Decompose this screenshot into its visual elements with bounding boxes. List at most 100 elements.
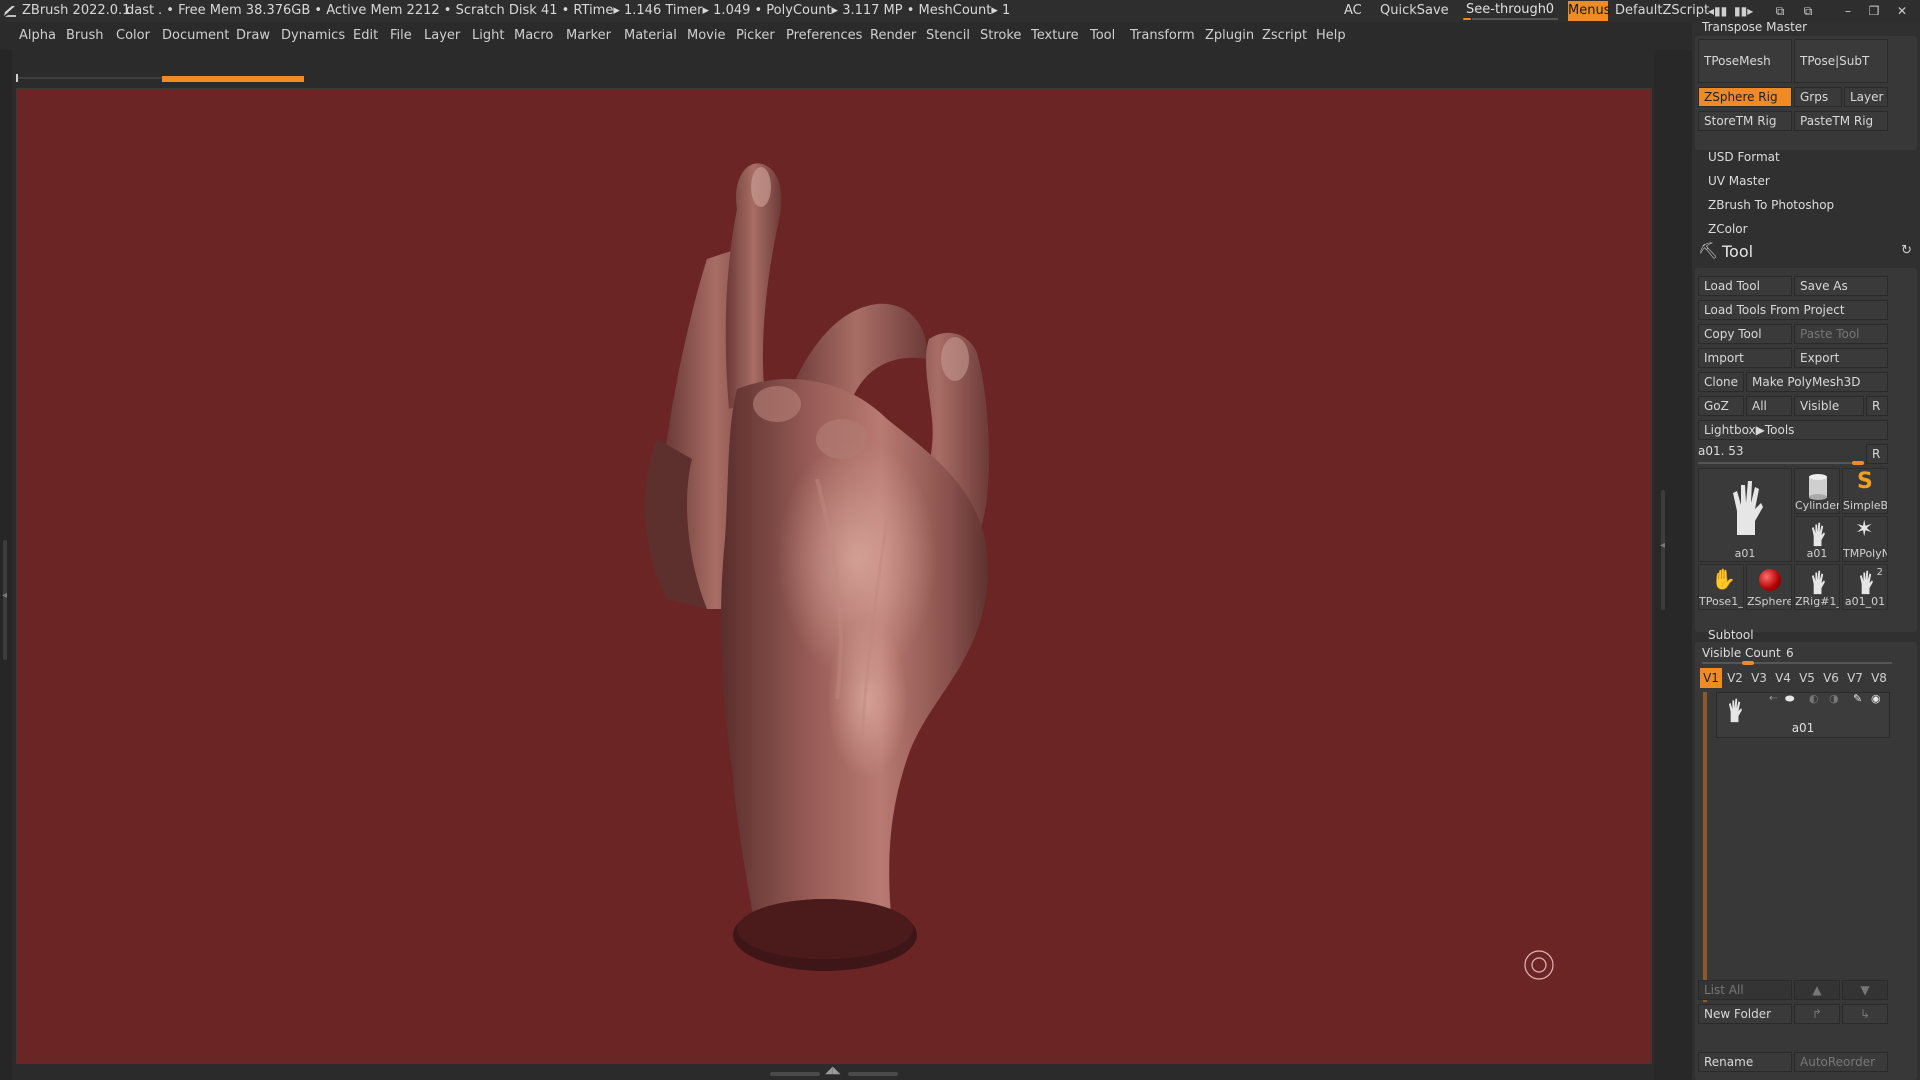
visibility-set-v5[interactable]: V5 bbox=[1796, 668, 1818, 688]
export-button[interactable]: Export bbox=[1794, 348, 1888, 368]
menu-material[interactable]: Material bbox=[624, 28, 677, 43]
see-through-thumb[interactable] bbox=[1462, 17, 1472, 21]
subtool-polypaint-icon[interactable]: ◑ bbox=[1829, 692, 1839, 705]
menu-brush[interactable]: Brush bbox=[66, 28, 104, 43]
visibility-set-v8[interactable]: V8 bbox=[1868, 668, 1890, 688]
menu-transform[interactable]: Transform bbox=[1130, 28, 1195, 43]
menu-file[interactable]: File bbox=[390, 28, 412, 43]
visibility-set-v2[interactable]: V2 bbox=[1724, 668, 1746, 688]
right-tray-arrow-icon[interactable]: ◂ bbox=[1660, 540, 1665, 551]
move-up-icon[interactable]: ▲ bbox=[1794, 980, 1840, 1000]
menu-marker[interactable]: Marker bbox=[566, 28, 611, 43]
menu-picker[interactable]: Picker bbox=[736, 28, 775, 43]
tool-thumb-tmpolymesh[interactable]: ✶ TMPolyN bbox=[1842, 516, 1888, 562]
menu-layer[interactable]: Layer bbox=[424, 28, 460, 43]
menu-zplugin[interactable]: Zplugin bbox=[1205, 28, 1254, 43]
tool-thumb-zsphere[interactable]: ZSphere bbox=[1746, 564, 1792, 610]
subtool-arrow-icon[interactable]: ⇠ bbox=[1769, 693, 1777, 704]
menu-stroke[interactable]: Stroke bbox=[980, 28, 1021, 43]
ac-toggle[interactable]: AC bbox=[1344, 3, 1362, 18]
tool-thumb-cylinder[interactable]: Cylinder bbox=[1794, 468, 1840, 514]
menu-stencil[interactable]: Stencil bbox=[926, 28, 970, 43]
menu-dynamics[interactable]: Dynamics bbox=[281, 28, 345, 43]
visibility-set-v1[interactable]: V1 bbox=[1700, 668, 1722, 688]
layer-toggle[interactable]: Layer bbox=[1844, 87, 1888, 107]
folder-back-icon[interactable]: ↳ bbox=[1842, 1004, 1888, 1024]
menu-draw[interactable]: Draw bbox=[236, 28, 270, 43]
subtool-list-scrollbar[interactable] bbox=[1703, 692, 1707, 1002]
goz-all-button[interactable]: All bbox=[1746, 396, 1792, 416]
menu-edit[interactable]: Edit bbox=[353, 28, 378, 43]
zbrush-to-photoshop-item[interactable]: ZBrush To Photoshop bbox=[1708, 198, 1834, 212]
bottom-tray-arrow-icon[interactable]: ◢◣ bbox=[825, 1065, 840, 1076]
tool-pin-icon[interactable]: ⛏ bbox=[1698, 241, 1718, 260]
menu-render[interactable]: Render bbox=[870, 28, 916, 43]
tool-thumb-zrig[interactable]: ZRig#1_ bbox=[1794, 564, 1840, 610]
right-tray-divider[interactable]: ◂ bbox=[1654, 50, 1692, 1080]
subtool-item-a01[interactable]: ⇠ ⬬ ◐ ◑ ✎ ◉ a01 bbox=[1716, 692, 1890, 738]
menu-texture[interactable]: Texture bbox=[1031, 28, 1079, 43]
left-tray[interactable]: ◂ bbox=[0, 50, 12, 1080]
tool-thumb-tpose1[interactable]: ✋ TPose1_ bbox=[1698, 564, 1744, 610]
load-tools-from-project-button[interactable]: Load Tools From Project bbox=[1698, 300, 1888, 320]
zcolor-item[interactable]: ZColor bbox=[1708, 222, 1748, 236]
copy-tool-button[interactable]: Copy Tool bbox=[1698, 324, 1792, 344]
tool-palette-header[interactable]: ⛏ Tool ↻ bbox=[1692, 240, 1920, 264]
layout-right-icon[interactable]: ▮▮▸ bbox=[1734, 4, 1753, 18]
save-as-button[interactable]: Save As bbox=[1794, 276, 1888, 296]
make-polymesh3d-button[interactable]: Make PolyMesh3D bbox=[1746, 372, 1888, 392]
restore-icon[interactable]: ❐ bbox=[1866, 4, 1882, 18]
visibility-set-v6[interactable]: V6 bbox=[1820, 668, 1842, 688]
folder-forward-icon[interactable]: ↱ bbox=[1794, 1004, 1840, 1024]
menu-document[interactable]: Document bbox=[162, 28, 229, 43]
subtool-brush-icon[interactable]: ✎ bbox=[1853, 692, 1862, 705]
uv-master-item[interactable]: UV Master bbox=[1708, 174, 1770, 188]
move-down-icon[interactable]: ▼ bbox=[1842, 980, 1888, 1000]
tool-thumb-simplebrush[interactable]: S SimpleB bbox=[1842, 468, 1888, 514]
usd-format-item[interactable]: USD Format bbox=[1708, 150, 1780, 164]
menu-color[interactable]: Color bbox=[116, 28, 150, 43]
import-button[interactable]: Import bbox=[1698, 348, 1792, 368]
menu-macro[interactable]: Macro bbox=[514, 28, 553, 43]
menu-movie[interactable]: Movie bbox=[687, 28, 725, 43]
subtool-toggle-icon[interactable]: ⬬ bbox=[1785, 692, 1794, 706]
goz-r-button[interactable]: R bbox=[1866, 396, 1888, 416]
copy-layout-icon[interactable]: ⧉ bbox=[1800, 4, 1816, 18]
visible-count-thumb[interactable] bbox=[1742, 661, 1754, 665]
close-icon[interactable]: ✕ bbox=[1894, 4, 1910, 18]
menu-zscript[interactable]: Zscript bbox=[1262, 28, 1307, 43]
load-tool-button[interactable]: Load Tool bbox=[1698, 276, 1792, 296]
subtool-header[interactable]: Subtool bbox=[1708, 628, 1754, 642]
autoreorder-button[interactable]: AutoReorder bbox=[1794, 1052, 1888, 1072]
menu-light[interactable]: Light bbox=[472, 28, 504, 43]
visibility-set-v7[interactable]: V7 bbox=[1844, 668, 1866, 688]
lightbox-tools-button[interactable]: Lightbox▶Tools bbox=[1698, 420, 1888, 440]
see-through-slider[interactable]: See-through 0 bbox=[1462, 2, 1558, 21]
minimize-icon[interactable]: – bbox=[1840, 4, 1856, 18]
tpose-subt-button[interactable]: TPose|SubT bbox=[1794, 39, 1888, 83]
goz-visible-button[interactable]: Visible bbox=[1794, 396, 1864, 416]
tool-thumb-a01-main[interactable]: a01 bbox=[1698, 468, 1792, 562]
current-tool-slider[interactable]: a01. 53 bbox=[1698, 444, 1864, 465]
default-zscript-button[interactable]: DefaultZScript bbox=[1615, 3, 1709, 18]
rename-button[interactable]: Rename bbox=[1698, 1052, 1792, 1072]
new-folder-button[interactable]: New Folder bbox=[1698, 1004, 1792, 1024]
tool-slider-r-button[interactable]: R bbox=[1866, 444, 1888, 464]
menu-tool[interactable]: Tool bbox=[1090, 28, 1115, 43]
menu-preferences[interactable]: Preferences bbox=[786, 28, 862, 43]
zsphere-rig-toggle[interactable]: ZSphere Rig bbox=[1698, 87, 1792, 107]
visibility-set-v3[interactable]: V3 bbox=[1748, 668, 1770, 688]
layout-left-icon[interactable]: ◂▮▮ bbox=[1708, 4, 1727, 18]
visibility-set-v4[interactable]: V4 bbox=[1772, 668, 1794, 688]
grps-toggle[interactable]: Grps bbox=[1794, 87, 1842, 107]
bottom-tray-handle[interactable]: ◢◣ bbox=[770, 1065, 900, 1080]
clone-button[interactable]: Clone bbox=[1698, 372, 1744, 392]
menus-button[interactable]: Menus bbox=[1568, 1, 1610, 21]
visible-count-slider[interactable]: Visible Count 6 bbox=[1702, 646, 1892, 665]
list-all-button[interactable]: List All bbox=[1698, 980, 1792, 1000]
left-tray-arrow-icon[interactable]: ◂ bbox=[2, 590, 7, 601]
subtool-solo-icon[interactable]: ◐ bbox=[1809, 692, 1819, 705]
tool-thumb-a01-small[interactable]: a01 bbox=[1794, 516, 1840, 562]
goz-button[interactable]: GoZ bbox=[1698, 396, 1744, 416]
pastetm-rig-button[interactable]: PasteTM Rig bbox=[1794, 111, 1888, 131]
